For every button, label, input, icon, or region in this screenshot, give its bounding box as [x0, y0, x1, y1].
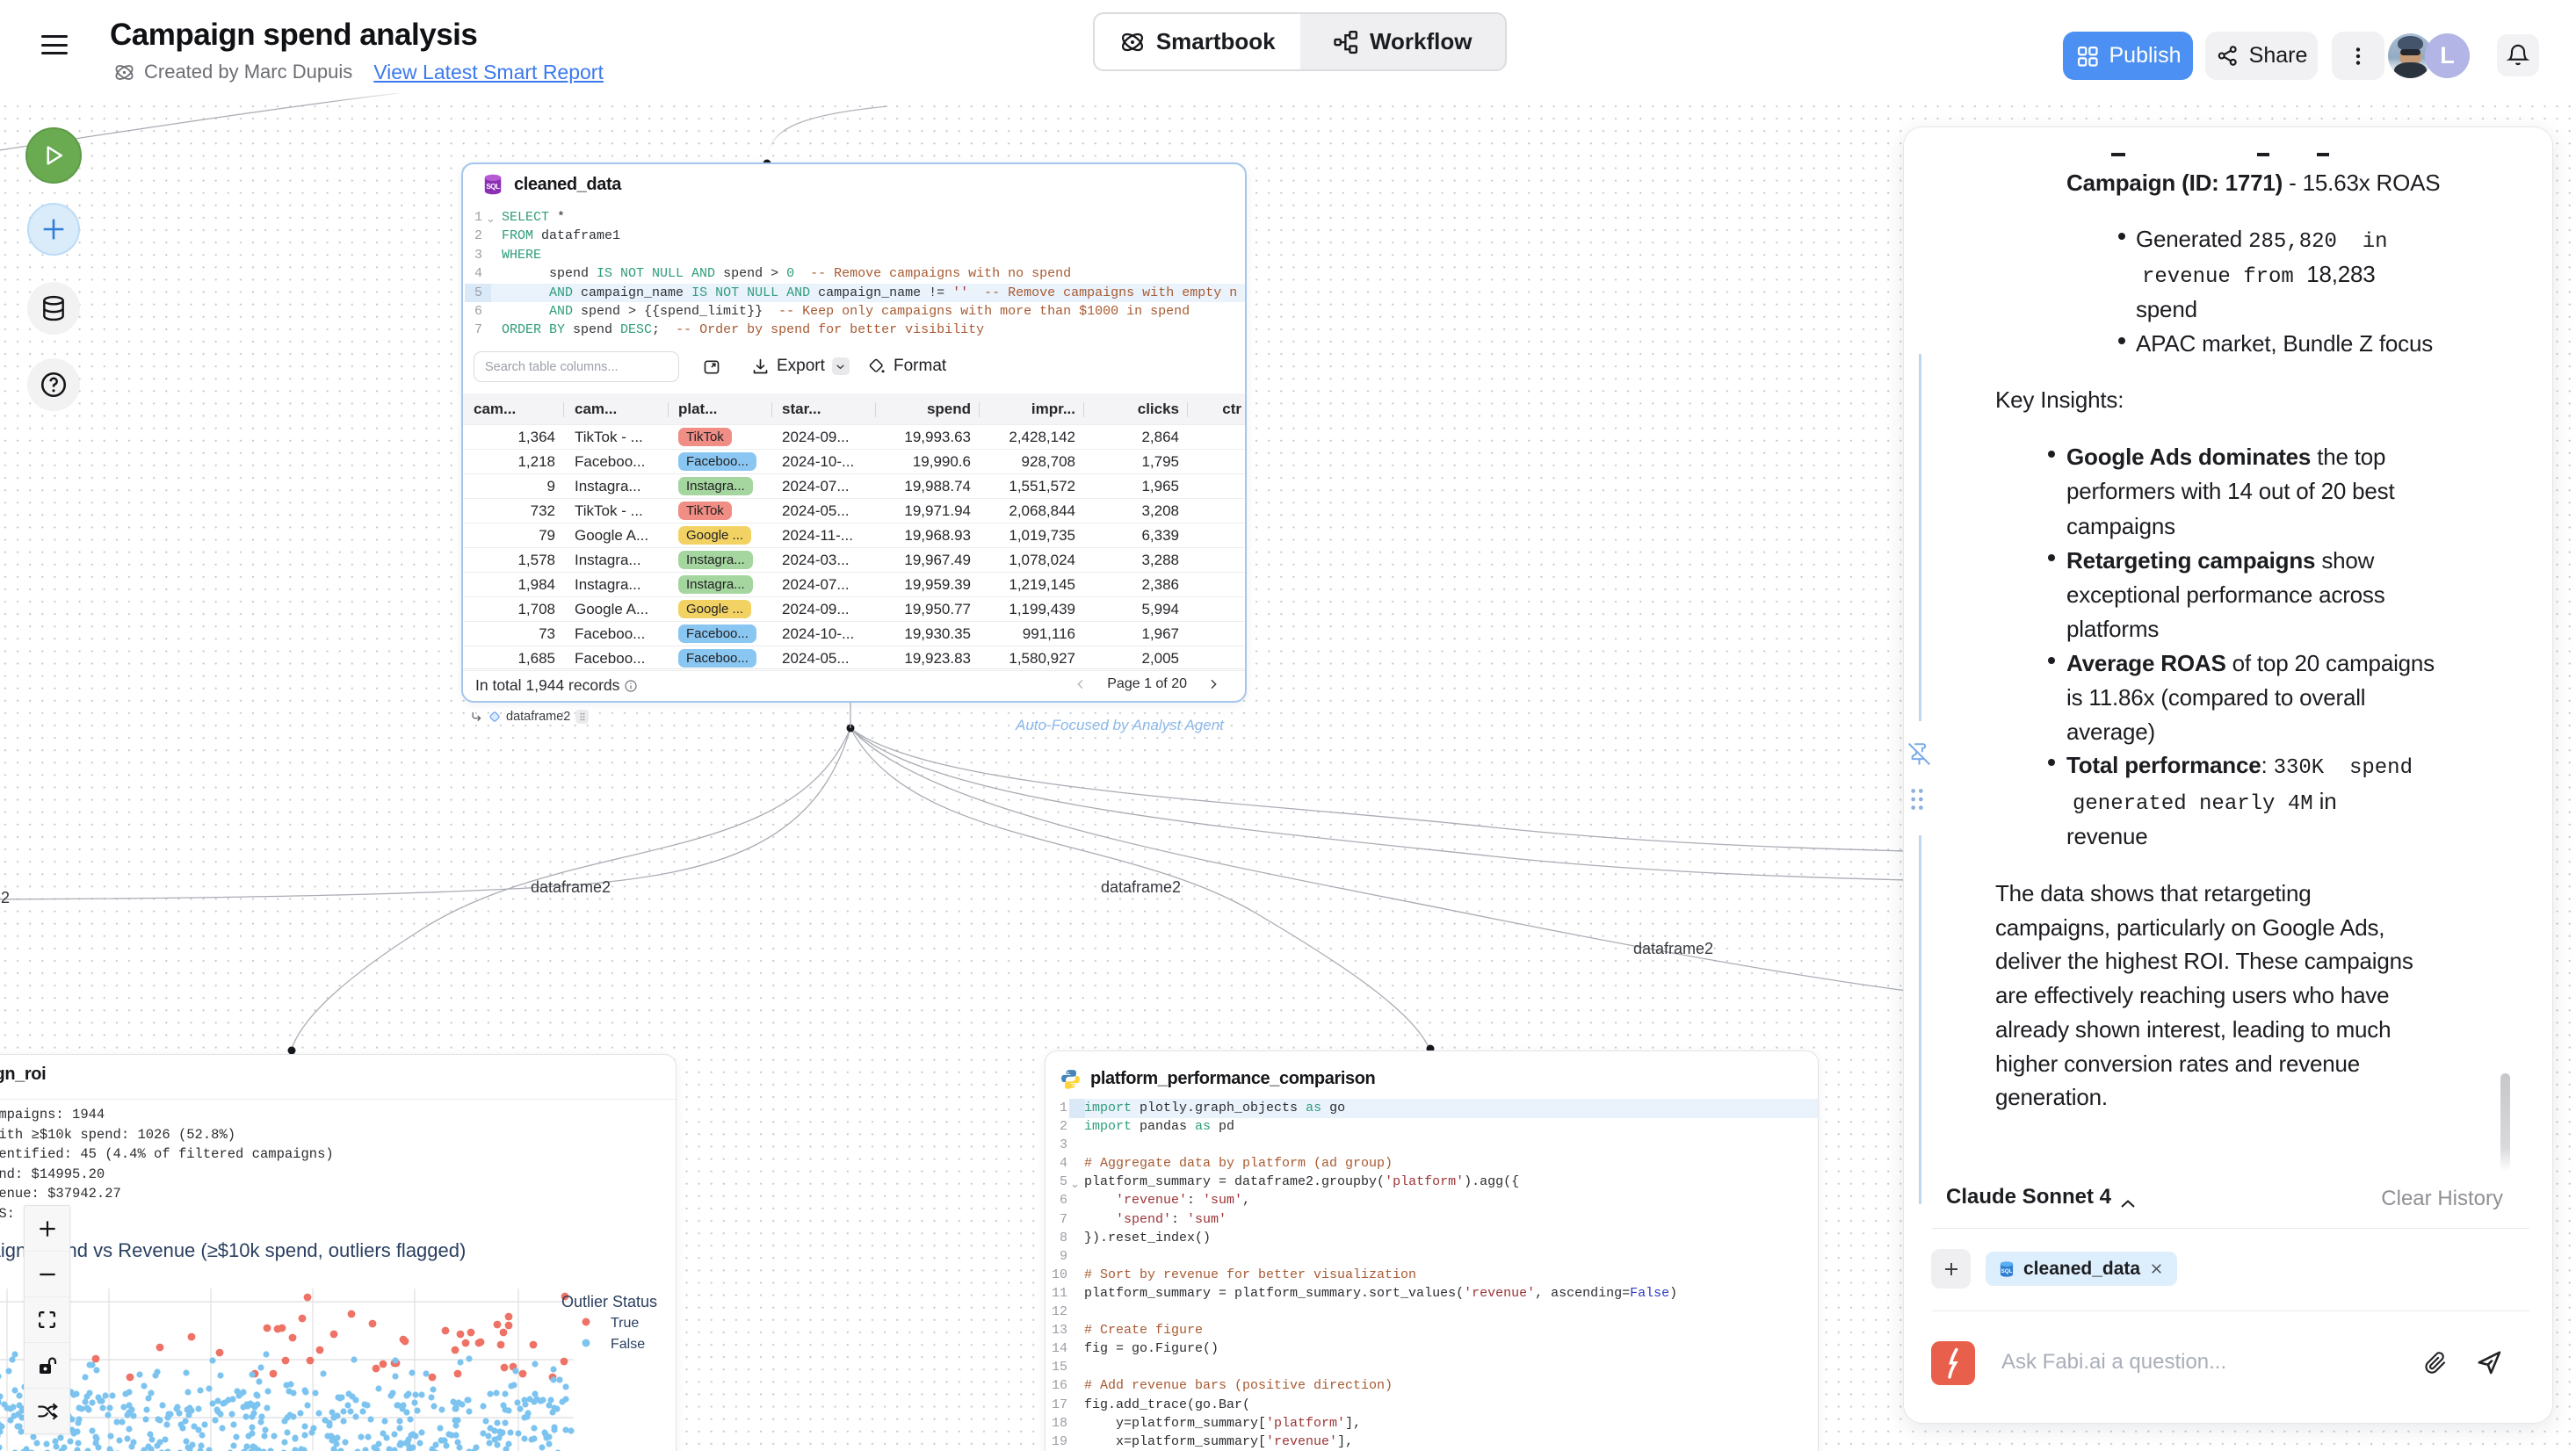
svg-text:True: True	[611, 1316, 639, 1331]
svg-text:SQL: SQL	[2001, 1268, 2013, 1274]
svg-text:SQL: SQL	[486, 183, 500, 191]
svg-text:Outlier Status: Outlier Status	[561, 1293, 657, 1310]
svg-text:False: False	[611, 1337, 645, 1352]
